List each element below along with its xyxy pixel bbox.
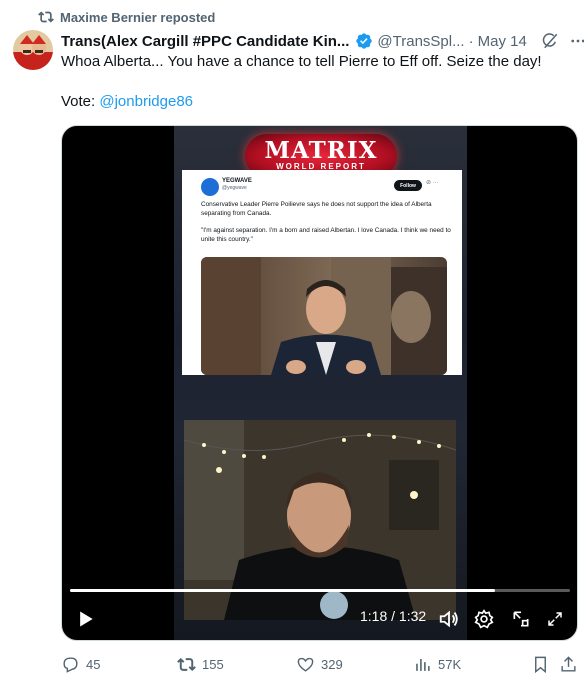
embedded-tweet-text: Conservative Leader Pierre Poilievre say… (201, 200, 453, 252)
picture-in-picture-icon (513, 611, 529, 627)
embedded-more-icon: ⊘ ··· (426, 180, 439, 186)
author-avatar[interactable] (13, 30, 53, 70)
embedded-follow-button: Follow (394, 180, 422, 191)
more-options-icon[interactable] (569, 32, 584, 50)
embedded-avatar (201, 178, 219, 196)
embedded-account-name: YEGWAVE (222, 178, 252, 184)
like-button[interactable]: 329 (296, 651, 343, 677)
volume-button[interactable] (437, 607, 461, 631)
bookmark-button[interactable] (531, 651, 550, 677)
volume-icon (439, 610, 458, 628)
bookmark-icon (535, 656, 546, 673)
video-time: 1:18 / 1:32 (360, 608, 426, 624)
repost-icon (177, 657, 196, 671)
picture-in-picture-button[interactable] (509, 607, 533, 631)
current-time: 1:18 (360, 608, 388, 624)
share-button[interactable] (559, 651, 578, 677)
fullscreen-button[interactable] (543, 607, 567, 631)
views-button[interactable]: 57K (413, 651, 461, 677)
reply-count: 45 (86, 656, 101, 672)
vote-mention-link[interactable]: @jonbridge86 (99, 93, 193, 110)
time-separator: / (387, 608, 399, 624)
author-handle[interactable]: @TransSpl... (377, 33, 464, 50)
video-frame: MATRIX WORLD REPORT YEGWAVE @yegwave Fol… (174, 126, 467, 640)
video-controls: 1:18 / 1:32 (62, 604, 577, 634)
author-name[interactable]: Trans(Alex Cargill #PPC Candidate Kin... (61, 33, 349, 50)
video-progress-bar[interactable] (70, 589, 570, 592)
repost-indicator[interactable]: Maxime Bernier reposted (38, 9, 215, 25)
like-count: 329 (321, 656, 343, 672)
repost-count: 155 (202, 656, 224, 672)
header-separator: · (468, 32, 474, 50)
repost-label: Maxime Bernier reposted (60, 9, 216, 25)
embedded-account-handle: @yegwave (222, 185, 247, 191)
repost-icon (38, 11, 54, 23)
embedded-tweet-card: YEGWAVE @yegwave Follow ⊘ ··· Conservati… (182, 170, 462, 375)
heart-icon (297, 657, 314, 672)
settings-button[interactable] (472, 607, 496, 631)
post-text: Whoa Alberta... You have a chance to tel… (61, 52, 571, 132)
post-action-bar: 45 155 329 57K (61, 651, 578, 677)
views-chart-icon (416, 658, 430, 671)
post-header: Trans(Alex Cargill #PPC Candidate Kin...… (61, 31, 584, 51)
reply-button[interactable]: 45 (61, 651, 100, 677)
verified-badge-icon[interactable] (355, 32, 373, 50)
post-date[interactable]: May 14 (478, 33, 527, 50)
share-icon (561, 655, 576, 672)
grok-icon[interactable] (541, 32, 559, 50)
post-body: Whoa Alberta... You have a chance to tel… (61, 53, 542, 70)
fullscreen-icon (548, 612, 562, 626)
duration: 1:32 (398, 608, 427, 624)
video-player[interactable]: MATRIX WORLD REPORT YEGWAVE @yegwave Fol… (61, 125, 578, 641)
vote-line: Vote: @jonbridge86 (61, 92, 571, 112)
logo-title: MATRIX (264, 137, 378, 164)
play-icon (80, 611, 93, 627)
video-progress-fill (70, 589, 495, 592)
play-button[interactable] (74, 607, 98, 631)
repost-button[interactable]: 155 (177, 651, 224, 677)
reply-icon (63, 656, 78, 673)
vote-prefix: Vote: (61, 93, 100, 110)
embedded-photo (201, 257, 447, 375)
settings-icon (474, 609, 494, 629)
embedded-body-2: "I'm against separation. I'm a born and … (201, 227, 451, 243)
views-count: 57K (438, 656, 462, 672)
embedded-body-1: Conservative Leader Pierre Poilievre say… (201, 201, 432, 217)
